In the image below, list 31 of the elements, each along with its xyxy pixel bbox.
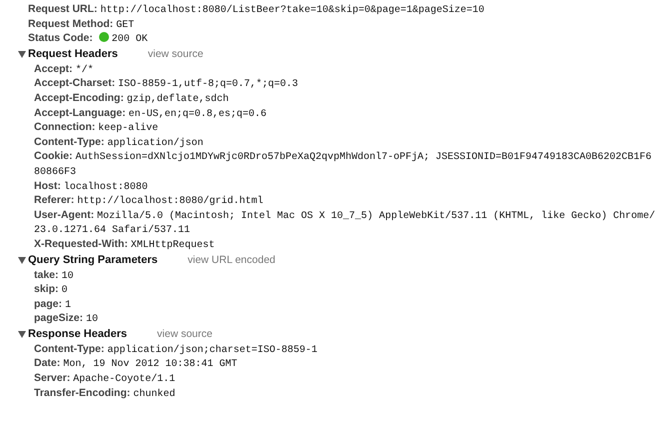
header-line: Server: Apache-Coyote/1.1 xyxy=(33,371,176,386)
header-line: Connection: keep-alive xyxy=(33,120,160,135)
view-source-link[interactable]: view source xyxy=(157,328,212,340)
header-line: Host: localhost:8080 xyxy=(33,178,149,194)
header-line: Transfer-Encoding: chunked xyxy=(33,386,176,400)
view-source-link[interactable]: view source xyxy=(148,48,204,60)
header-name: Status Code: xyxy=(28,32,93,44)
section-title[interactable]: Query String Parameters xyxy=(28,254,158,266)
header-line: Request Method: GET xyxy=(27,16,136,32)
header-line: Accept-Encoding: gzip,deflate,sdch xyxy=(33,90,230,106)
expanded-triangle-icon[interactable] xyxy=(18,330,26,338)
header-line: Accept: */* xyxy=(33,62,94,76)
header-line: page: 1 xyxy=(33,296,72,312)
header-line: take: 10 xyxy=(33,268,74,282)
header-line: Content-Type: application/json xyxy=(33,134,204,150)
header-line: pageSize: 10 xyxy=(33,311,99,326)
header-line: Content-Type: application/json;charset=ISO-8859-1 xyxy=(33,342,318,356)
header-line: Accept-Charset: ISO-8859-1,utf-8;q=0.7,*;q=0.3 xyxy=(33,76,300,91)
header-line: User-Agent: Mozilla/5.0 (Macintosh; Intel Mac OS X 10_7_5) AppleWebKit/537.11 (KHTML, like Gecko) Chrome/23.0.1271.64 Safari/537.11 xyxy=(33,208,656,237)
header-line: Date: Mon, 19 Nov 2012 10:38:41 GMT xyxy=(33,356,238,372)
section-title[interactable]: Response Headers xyxy=(28,328,128,340)
header-line: Accept-Language: en-US,en;q=0.8,es;q=0.6 xyxy=(33,106,268,120)
header-line: Request URL: http://localhost:8080/ListBeer?take=10&skip=0&page=1&pageSize=10 xyxy=(27,2,486,17)
expanded-triangle-icon[interactable] xyxy=(18,256,26,264)
view-source-link[interactable]: view URL encoded xyxy=(188,254,276,266)
header-value: 200 OK xyxy=(112,34,148,46)
header-line: Referer: http://localhost:8080/grid.html xyxy=(33,193,264,208)
header-line: X-Requested-With: XMLHttpRequest xyxy=(33,236,216,252)
header-line: skip: 0 xyxy=(33,282,68,297)
expanded-triangle-icon[interactable] xyxy=(18,50,26,58)
section-title[interactable]: Request Headers xyxy=(28,48,118,60)
